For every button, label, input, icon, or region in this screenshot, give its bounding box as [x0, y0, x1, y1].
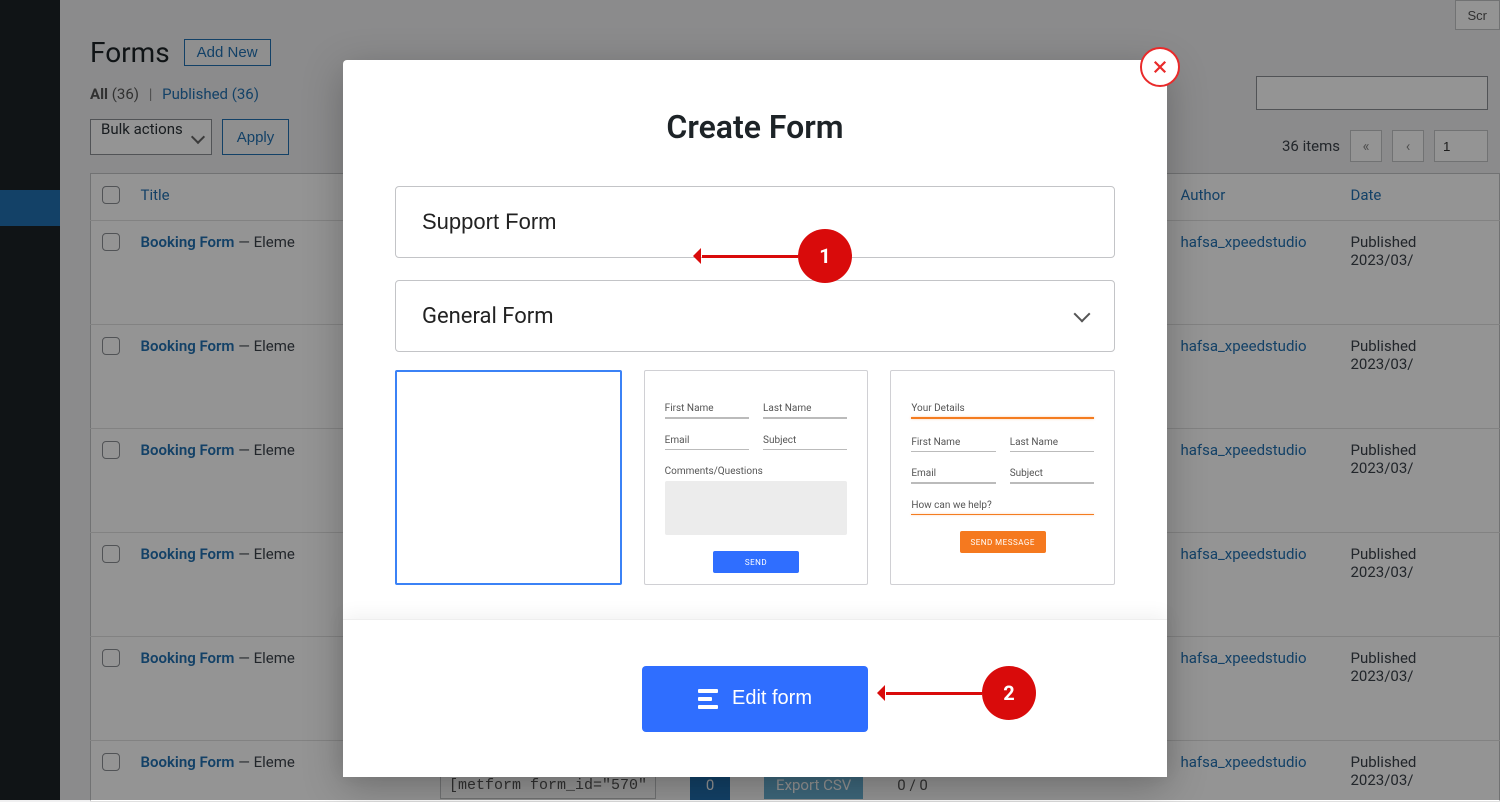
modal-title: Create Form: [343, 108, 1167, 146]
filter-separator: |: [149, 85, 153, 103]
row-date-status: Published: [1351, 545, 1417, 563]
row-checkbox[interactable]: [102, 233, 120, 251]
bulk-apply-button[interactable]: Apply: [222, 119, 290, 155]
filter-all-count: (36): [112, 85, 139, 103]
bulk-actions-select[interactable]: Bulk actions: [90, 119, 212, 155]
create-form-modal: Create Form General Form First Name Last…: [343, 60, 1167, 777]
add-new-button[interactable]: Add New: [184, 39, 271, 66]
form-type-value: General Form: [422, 304, 554, 329]
row-author-link[interactable]: hafsa_xpeedstudio: [1181, 649, 1307, 667]
search-input[interactable]: [1256, 76, 1488, 110]
items-count: 36 items: [1282, 137, 1340, 155]
row-title-suffix: — Eleme: [234, 753, 294, 771]
col-author-header[interactable]: Author: [1171, 174, 1341, 221]
row-date-status: Published: [1351, 649, 1417, 667]
pagination: 36 items « ‹: [1282, 130, 1488, 162]
row-title-link[interactable]: Booking Form: [141, 545, 235, 563]
template-gallery: First Name Last Name Email Subject Comme…: [395, 370, 1115, 585]
row-title-link[interactable]: Booking Form: [141, 753, 235, 771]
admin-sidebar[interactable]: [0, 0, 60, 800]
page-title: Forms: [90, 36, 170, 69]
filter-published-link[interactable]: Published (36): [162, 85, 259, 103]
row-title-link[interactable]: Booking Form: [141, 649, 235, 667]
row-date-value: 2023/03/: [1351, 355, 1414, 373]
row-date-value: 2023/03/: [1351, 563, 1414, 581]
row-author-link[interactable]: hafsa_xpeedstudio: [1181, 337, 1307, 355]
row-date-status: Published: [1351, 337, 1417, 355]
row-title-link[interactable]: Booking Form: [141, 233, 235, 251]
modal-close-button[interactable]: [1140, 47, 1180, 87]
row-title-link[interactable]: Booking Form: [141, 337, 235, 355]
row-title-link[interactable]: Booking Form: [141, 441, 235, 459]
row-checkbox[interactable]: [102, 649, 120, 667]
row-author-link[interactable]: hafsa_xpeedstudio: [1181, 233, 1307, 251]
template-send-button: SEND MESSAGE: [960, 531, 1046, 553]
close-icon: [1151, 58, 1169, 76]
row-title-suffix: — Eleme: [234, 649, 294, 667]
elementor-icon: [698, 689, 718, 709]
row-checkbox[interactable]: [102, 753, 120, 771]
row-date-value: 2023/03/: [1351, 771, 1414, 789]
row-checkbox[interactable]: [102, 441, 120, 459]
bulk-actions-label: Bulk actions: [101, 120, 183, 138]
row-date-value: 2023/03/: [1351, 667, 1414, 685]
row-author-link[interactable]: hafsa_xpeedstudio: [1181, 441, 1307, 459]
pager-current-page[interactable]: [1434, 130, 1488, 162]
pager-first-button[interactable]: «: [1350, 130, 1382, 162]
row-title-suffix: — Eleme: [234, 233, 294, 251]
row-author-link[interactable]: hafsa_xpeedstudio: [1181, 753, 1307, 771]
row-title-suffix: — Eleme: [234, 545, 294, 563]
active-menu-indicator: [0, 190, 60, 226]
row-date-value: 2023/03/: [1351, 459, 1414, 477]
template-contact-orange[interactable]: Your Details First Name Last Name Email …: [890, 370, 1115, 585]
select-all-checkbox[interactable]: [102, 186, 120, 204]
template-send-button: SEND: [713, 551, 799, 573]
chevron-down-icon: [191, 130, 205, 144]
row-date-status: Published: [1351, 441, 1417, 459]
template-contact-basic[interactable]: First Name Last Name Email Subject Comme…: [644, 370, 869, 585]
filter-all-label[interactable]: All: [90, 85, 108, 103]
row-title-suffix: — Eleme: [234, 441, 294, 459]
row-date-status: Published: [1351, 233, 1417, 251]
row-checkbox[interactable]: [102, 337, 120, 355]
col-date-header[interactable]: Date: [1341, 174, 1500, 221]
edit-form-label: Edit form: [732, 687, 812, 710]
form-type-select[interactable]: General Form: [395, 280, 1115, 352]
edit-form-button[interactable]: Edit form: [642, 666, 868, 732]
row-date-status: Published: [1351, 753, 1417, 771]
form-name-input[interactable]: [395, 186, 1115, 258]
screen-options-button[interactable]: Scr: [1455, 0, 1500, 30]
chevron-down-icon: [1074, 306, 1091, 323]
pager-prev-button[interactable]: ‹: [1392, 130, 1424, 162]
row-author-link[interactable]: hafsa_xpeedstudio: [1181, 545, 1307, 563]
template-blank[interactable]: [395, 370, 622, 585]
row-date-value: 2023/03/: [1351, 251, 1414, 269]
row-checkbox[interactable]: [102, 545, 120, 563]
row-title-suffix: — Eleme: [234, 337, 294, 355]
